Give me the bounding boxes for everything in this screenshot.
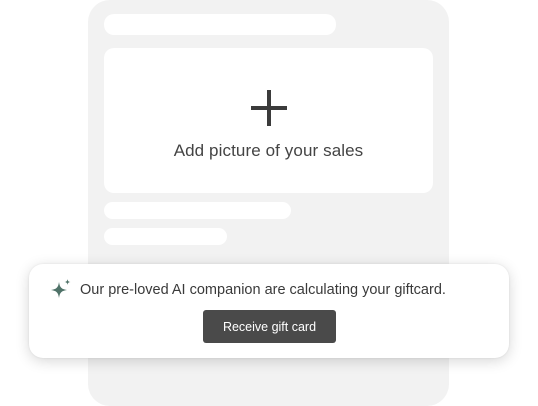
- add-picture-label: Add picture of your sales: [173, 141, 364, 160]
- ai-notice-card: Our pre-loved AI companion are calculati…: [29, 264, 509, 358]
- placeholder-line-2: [104, 228, 227, 245]
- receive-gift-card-button[interactable]: Receive gift card: [203, 310, 336, 343]
- sparkle-icon: [51, 279, 71, 298]
- plus-icon: [251, 90, 287, 126]
- ai-notice-message: Our pre-loved AI companion are calculati…: [80, 282, 446, 298]
- placeholder-bar-top: [104, 14, 336, 35]
- placeholder-line-1: [104, 202, 291, 219]
- add-picture-area[interactable]: Add picture of your sales: [104, 48, 433, 193]
